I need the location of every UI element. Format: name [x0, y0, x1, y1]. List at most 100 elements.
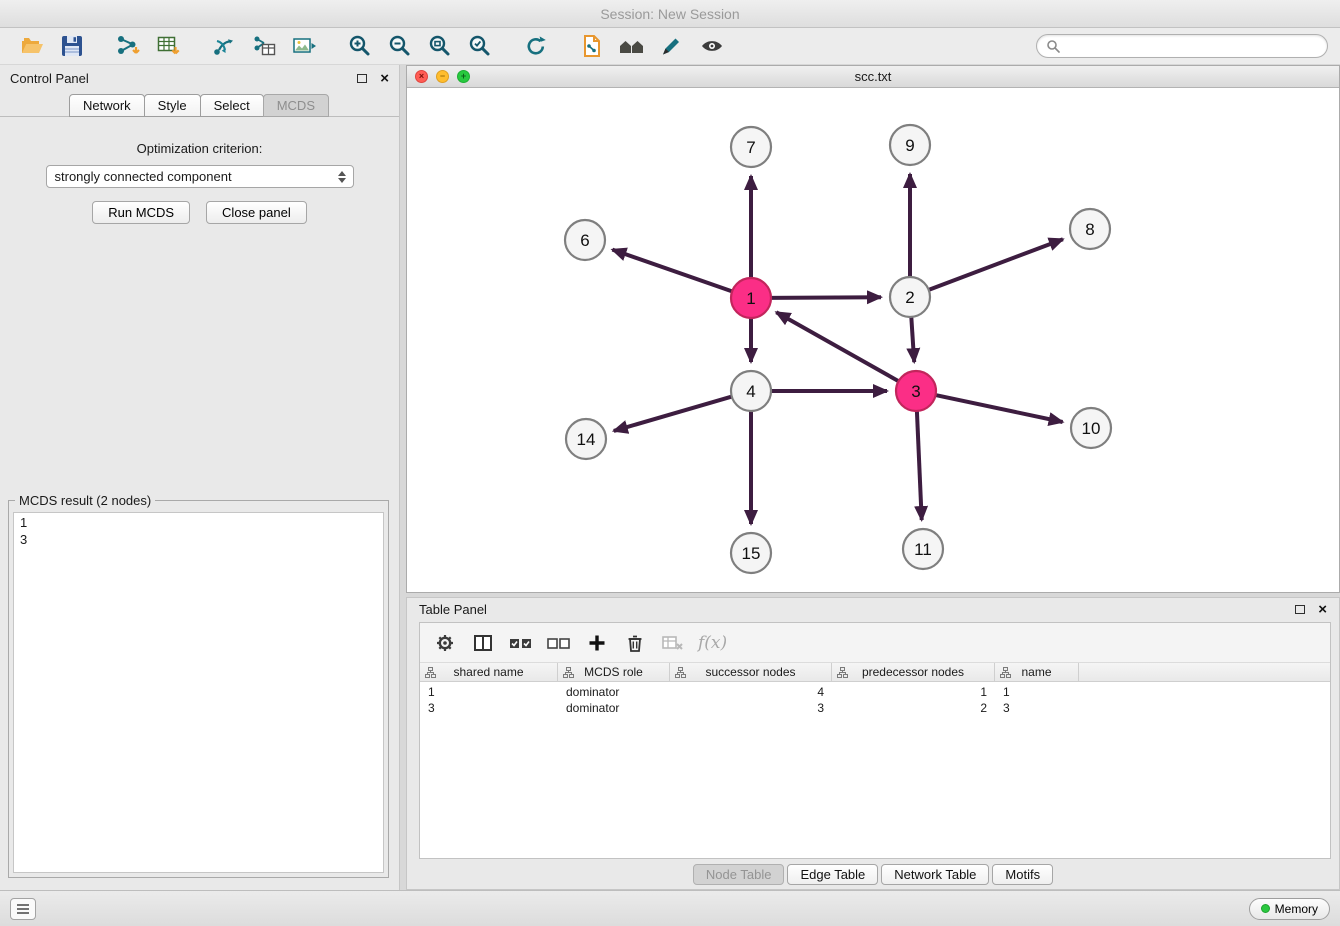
window-zoom-icon[interactable]: + [457, 70, 470, 83]
fit-content-button[interactable] [420, 30, 460, 62]
network-window-titlebar[interactable]: × − + scc.txt [407, 66, 1339, 88]
column-header-label: name [1021, 665, 1051, 679]
command-panel-button[interactable] [10, 898, 36, 920]
table-cell[interactable]: 3 [995, 700, 1079, 716]
table-row[interactable]: 3dominator323 [420, 700, 1330, 716]
optimization-criterion-value: strongly connected component [55, 169, 232, 184]
graph-edge-4-14[interactable] [614, 397, 732, 431]
apply-style-button[interactable] [652, 30, 692, 62]
mcds-buttons-row: Run MCDS Close panel [0, 201, 399, 224]
hierarchy-icon [1000, 667, 1011, 678]
new-network-button[interactable] [204, 30, 244, 62]
graph-node-label-11: 11 [914, 540, 932, 559]
new-network-table-button[interactable] [244, 30, 284, 62]
close-panel-button[interactable]: Close panel [206, 201, 307, 224]
network-overview-button[interactable] [612, 30, 652, 62]
column-header[interactable]: predecessor nodes [832, 663, 995, 681]
export-image-icon [291, 33, 317, 59]
table-cell[interactable]: 3 [420, 700, 558, 716]
graph-edge-2-8[interactable] [929, 239, 1063, 290]
delete-row-button[interactable] [618, 627, 652, 659]
table-cell[interactable]: 4 [670, 684, 832, 700]
hierarchy-icon [675, 667, 686, 678]
save-session-button[interactable] [52, 30, 92, 62]
unselect-all-icon [546, 631, 572, 655]
tab-network-table[interactable]: Network Table [881, 864, 989, 885]
import-network-button[interactable] [108, 30, 148, 62]
refresh-view-button[interactable] [516, 30, 556, 62]
graph-node-label-1: 1 [746, 289, 755, 308]
column-header[interactable]: name [995, 663, 1079, 681]
run-mcds-button[interactable]: Run MCDS [92, 201, 190, 224]
tab-edge-table[interactable]: Edge Table [787, 864, 878, 885]
table-cell[interactable]: 1 [832, 684, 995, 700]
copy-network-button[interactable] [572, 30, 612, 62]
tab-select[interactable]: Select [200, 94, 264, 117]
delete-table-icon [660, 631, 686, 655]
graph-node-label-6: 6 [580, 231, 589, 250]
table-row[interactable]: 1dominator411 [420, 684, 1330, 700]
select-all-columns-button[interactable] [504, 627, 538, 659]
column-header[interactable]: successor nodes [670, 663, 832, 681]
zoom-in-button[interactable] [340, 30, 380, 62]
export-image-button[interactable] [284, 30, 324, 62]
graph-edge-3-10[interactable] [936, 395, 1063, 422]
add-row-button[interactable] [580, 627, 614, 659]
show-hide-graphics-button[interactable] [692, 30, 732, 62]
float-table-panel-icon[interactable] [1295, 605, 1305, 614]
optimization-criterion-select[interactable]: strongly connected component [46, 165, 354, 188]
traffic-lights: × − + [415, 66, 470, 87]
search-input[interactable] [1065, 39, 1318, 54]
network-view-window: × − + scc.txt 7968124314101511 [406, 65, 1340, 593]
table-cell[interactable]: dominator [558, 684, 670, 700]
tab-node-table[interactable]: Node Table [693, 864, 785, 885]
mcds-result-text[interactable]: 1 3 [13, 512, 384, 873]
zoom-out-button[interactable] [380, 30, 420, 62]
graph-edge-3-1[interactable] [776, 312, 898, 381]
window-close-icon[interactable]: × [415, 70, 428, 83]
column-header-label: predecessor nodes [862, 665, 964, 679]
zoom-out-icon [387, 33, 413, 59]
table-cell[interactable]: 2 [832, 700, 995, 716]
graph-edge-1-2[interactable] [771, 297, 881, 298]
mcds-result-fieldset: MCDS result (2 nodes) 1 3 [8, 493, 389, 878]
unselect-all-columns-button[interactable] [542, 627, 576, 659]
window-title: Session: New Session [600, 6, 739, 22]
memory-button[interactable]: Memory [1249, 898, 1330, 920]
delete-table-button[interactable] [656, 627, 690, 659]
show-column-button[interactable] [466, 627, 500, 659]
import-table-button[interactable] [148, 30, 188, 62]
tab-mcds[interactable]: MCDS [263, 94, 329, 117]
tab-network[interactable]: Network [69, 94, 145, 117]
tab-style[interactable]: Style [144, 94, 201, 117]
control-panel-tabs: Network Style Select MCDS [0, 94, 399, 117]
window-titlebar[interactable]: Session: New Session [0, 0, 1340, 28]
zoom-in-icon [347, 33, 373, 59]
status-bar: Memory [0, 890, 1340, 926]
search-field[interactable] [1036, 34, 1328, 58]
memory-status-dot [1261, 904, 1270, 913]
memory-label: Memory [1275, 902, 1318, 916]
table-cell[interactable]: 1 [420, 684, 558, 700]
column-header[interactable]: MCDS role [558, 663, 670, 681]
graph-node-label-10: 10 [1082, 419, 1101, 438]
zoom-selected-button[interactable] [460, 30, 500, 62]
close-table-panel-icon[interactable]: × [1318, 602, 1327, 617]
graph-node-label-7: 7 [746, 138, 755, 157]
table-cell[interactable]: dominator [558, 700, 670, 716]
table-cell[interactable]: 3 [670, 700, 832, 716]
column-header[interactable]: shared name [420, 663, 558, 681]
close-panel-icon[interactable]: × [380, 71, 389, 86]
table-settings-button[interactable] [428, 627, 462, 659]
window-minimize-icon[interactable]: − [436, 70, 449, 83]
float-panel-icon[interactable] [357, 74, 367, 83]
graph-edge-1-6[interactable] [612, 250, 732, 292]
graph-edge-3-11[interactable] [917, 411, 922, 520]
open-session-button[interactable] [12, 30, 52, 62]
tab-motifs[interactable]: Motifs [992, 864, 1053, 885]
network-graph[interactable]: 7968124314101511 [407, 88, 1339, 592]
network-canvas[interactable]: 7968124314101511 [407, 88, 1339, 592]
graph-edge-2-3[interactable] [911, 317, 914, 362]
function-builder-button[interactable]: f(x) [698, 633, 727, 653]
table-cell[interactable]: 1 [995, 684, 1079, 700]
